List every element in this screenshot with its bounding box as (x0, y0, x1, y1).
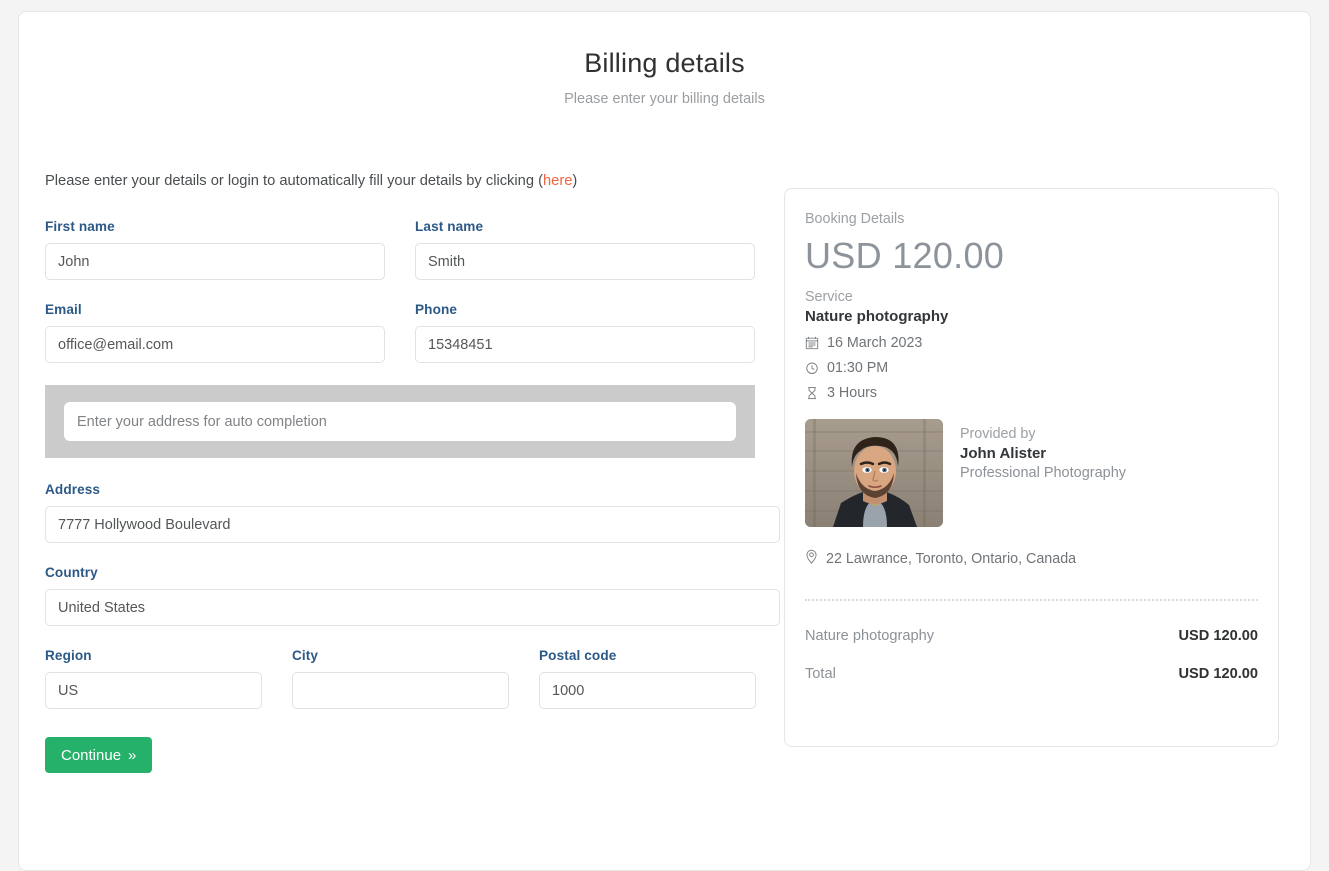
hourglass-icon (805, 386, 819, 400)
service-label: Service (805, 289, 853, 305)
provider-location-text: 22 Lawrance, Toronto, Ontario, Canada (826, 550, 1077, 567)
calendar-icon (805, 336, 819, 350)
phone-input[interactable] (415, 326, 755, 364)
phone-label: Phone (415, 302, 458, 318)
page-title: Billing details (584, 48, 745, 78)
double-chevron-right-icon: » (128, 746, 137, 764)
login-hint-prefix: Please enter your details or login to au… (45, 173, 543, 189)
total-amount: USD 120.00 (1178, 666, 1258, 682)
continue-button[interactable]: Continue » (45, 737, 153, 774)
last-name-field-group: Last name (415, 219, 755, 281)
provider-block: Provided by John Alister Professional Ph… (805, 419, 1258, 527)
contact-row: Email Phone (45, 302, 780, 385)
name-row: First name Last name (45, 219, 780, 302)
booking-duration-row: 3 Hours (805, 385, 1258, 401)
country-input[interactable] (45, 589, 780, 627)
location-pin-icon (805, 549, 818, 568)
address-field-group: Address (45, 482, 780, 544)
country-label: Country (45, 565, 98, 581)
phone-field-group: Phone (415, 302, 755, 364)
login-here-link[interactable]: here (543, 173, 572, 189)
billing-form: Please enter your details or login to au… (45, 172, 780, 774)
last-name-input[interactable] (415, 243, 755, 281)
line-item-row: Nature photography USD 120.00 (805, 628, 1258, 644)
region-city-postal-row: Region City Postal code (45, 648, 780, 731)
provider-location-row: 22 Lawrance, Toronto, Ontario, Canada (805, 549, 1258, 568)
city-label: City (292, 648, 319, 664)
city-field-group: City (292, 648, 509, 710)
city-input[interactable] (292, 672, 509, 710)
email-input[interactable] (45, 326, 385, 364)
booking-details-heading: Booking Details (805, 211, 905, 227)
region-input[interactable] (45, 672, 262, 710)
summary-divider (805, 599, 1258, 601)
postal-code-field-group: Postal code (539, 648, 756, 710)
region-label: Region (45, 648, 92, 664)
billing-page-card: Billing details Please enter your billin… (18, 11, 1311, 871)
booking-duration-text: 3 Hours (827, 385, 878, 401)
email-field-group: Email (45, 302, 385, 364)
line-item-amount: USD 120.00 (1178, 628, 1258, 644)
clock-icon (805, 361, 819, 375)
provider-info: Provided by John Alister Professional Ph… (943, 419, 1126, 527)
page-subtitle: Please enter your billing details (564, 91, 765, 107)
address-label: Address (45, 482, 101, 498)
total-row: Total USD 120.00 (805, 666, 1258, 682)
login-hint-suffix: ) (572, 173, 578, 189)
booking-date-row: 16 March 2023 (805, 335, 1258, 351)
continue-button-label: Continue (61, 746, 122, 764)
provider-business: Professional Photography (960, 465, 1127, 481)
provider-avatar (805, 419, 943, 527)
first-name-label: First name (45, 219, 115, 235)
booking-time-row: 01:30 PM (805, 360, 1258, 376)
last-name-label: Last name (415, 219, 484, 235)
booking-summary-panel: Booking Details USD 120.00 Service Natur… (784, 188, 1279, 747)
total-label: Total (805, 666, 836, 682)
provider-name: John Alister (960, 445, 1047, 462)
provided-by-label: Provided by (960, 426, 1036, 442)
email-label: Email (45, 302, 82, 318)
first-name-input[interactable] (45, 243, 385, 281)
address-input[interactable] (45, 506, 780, 544)
line-item-name: Nature photography (805, 628, 934, 644)
booking-total-price: USD 120.00 (805, 235, 1005, 276)
service-name: Nature photography (805, 308, 949, 325)
region-field-group: Region (45, 648, 262, 710)
postal-code-input[interactable] (539, 672, 756, 710)
login-hint: Please enter your details or login to au… (45, 172, 780, 191)
address-autocomplete-container (45, 385, 755, 459)
first-name-field-group: First name (45, 219, 385, 281)
postal-code-label: Postal code (539, 648, 617, 664)
address-autocomplete-input[interactable] (64, 402, 736, 442)
booking-time-text: 01:30 PM (827, 360, 889, 376)
country-field-group: Country (45, 565, 780, 627)
booking-date-text: 16 March 2023 (827, 335, 923, 351)
